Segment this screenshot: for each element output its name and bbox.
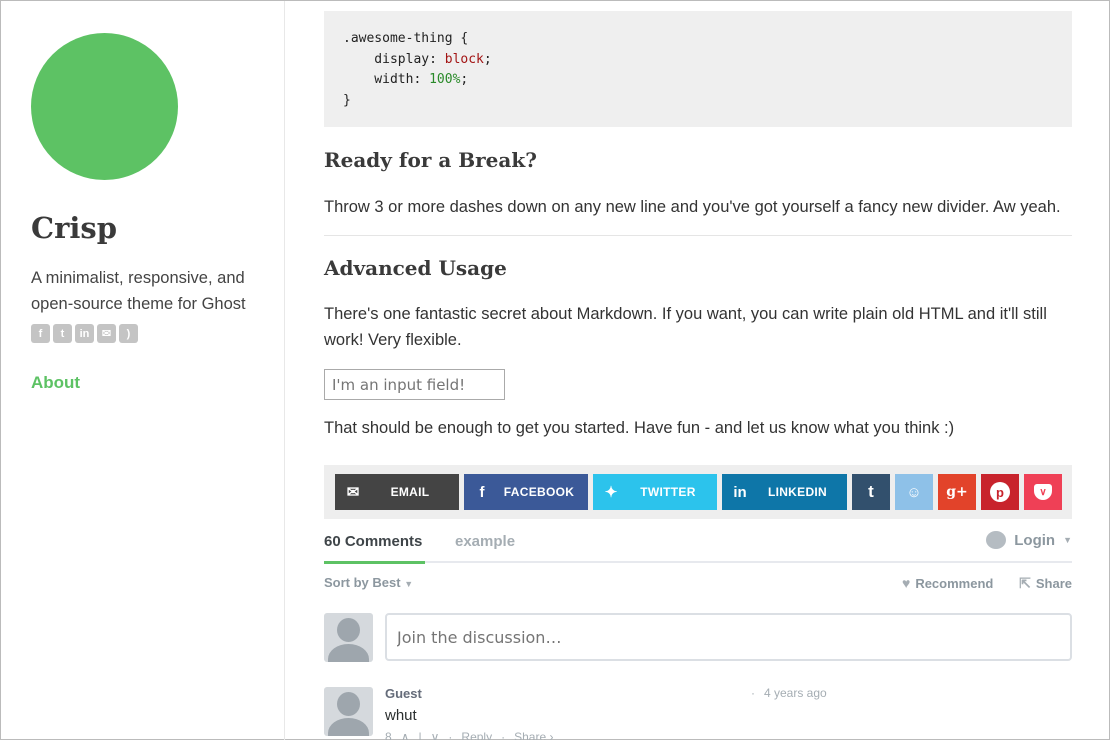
tumblr-icon: t	[868, 482, 874, 501]
closing-paragraph: That should be enough to get you started…	[324, 419, 955, 437]
share-email-button[interactable]: ✉ EMAIL	[335, 474, 459, 510]
twitter-icon: ✦	[604, 484, 618, 501]
facebook-icon: f	[479, 483, 485, 501]
email-icon[interactable]: ✉	[97, 324, 116, 343]
linkedin-icon: in	[733, 483, 747, 501]
facebook-icon[interactable]: f	[31, 324, 50, 343]
email-icon: ✉	[346, 484, 360, 501]
separator: |	[418, 730, 422, 740]
reddit-icon: ☺	[906, 483, 922, 501]
share-linkedin-label: LINKEDIN	[767, 485, 828, 499]
pinterest-icon: p	[990, 482, 1010, 502]
site-description: A minimalist, responsive, and open-sourc…	[31, 269, 246, 313]
avatar-head	[337, 692, 360, 716]
recommend-label: Recommend	[915, 575, 994, 591]
avatar-body	[328, 644, 369, 662]
share-facebook-button[interactable]: f FACEBOOK	[464, 474, 588, 510]
chevron-down-icon: ▼	[1063, 535, 1072, 545]
separator-dot: ·	[501, 730, 506, 740]
recommend-button[interactable]: ♥ Recommend	[902, 575, 993, 591]
google-plus-icon: g+	[946, 484, 968, 500]
share-tumblr-button[interactable]: t	[852, 474, 890, 510]
divider	[324, 235, 1072, 236]
speech-bubble-icon	[986, 531, 1007, 549]
code-line: .awesome-thing {	[343, 31, 469, 46]
share-pocket-button[interactable]: ∨	[1024, 474, 1062, 510]
downvote-icon[interactable]: ∨	[431, 730, 440, 740]
share-reddit-button[interactable]: ☺	[895, 474, 933, 510]
share-icon: ⇱	[1019, 575, 1031, 591]
login-label: Login	[1014, 531, 1056, 549]
sort-label: Sort by Best	[324, 575, 401, 590]
comment-text: whut	[385, 707, 417, 724]
comment-timestamp[interactable]: 4 years ago	[764, 686, 827, 700]
comment-share-link[interactable]: Share ›	[514, 730, 553, 740]
vote-count: 8	[385, 730, 392, 740]
comment-author[interactable]: Guest	[385, 686, 422, 701]
share-twitter-button[interactable]: ✦ TWITTER	[593, 474, 717, 510]
code-value: block	[444, 51, 484, 67]
share-facebook-label: FACEBOOK	[503, 485, 575, 499]
comments-tabs: 60 Comments example Login ▼	[324, 531, 1072, 564]
comments-count-tab[interactable]: 60 Comments	[324, 533, 425, 564]
rss-icon[interactable]: )	[119, 324, 138, 343]
chevron-down-icon: ▼	[404, 579, 414, 589]
comment-author-avatar[interactable]	[324, 687, 373, 736]
advanced-heading: Advanced Usage	[324, 256, 507, 280]
share-linkedin-button[interactable]: in LINKEDIN	[722, 474, 847, 510]
comment-compose-input[interactable]	[385, 613, 1072, 661]
share-twitter-label: TWITTER	[640, 485, 696, 499]
code-block: .awesome-thing { display: block; width: …	[324, 11, 1072, 127]
code-line: }	[343, 92, 351, 108]
separator-dot: ·	[448, 730, 453, 740]
social-links: f t in ✉ )	[31, 324, 138, 343]
current-user-avatar	[324, 613, 373, 662]
share-thread-label: Share	[1035, 576, 1072, 591]
pocket-icon: ∨	[1034, 484, 1052, 500]
share-email-label: EMAIL	[390, 485, 430, 499]
advanced-paragraph: There's one fantastic secret about Markd…	[324, 305, 1047, 349]
break-heading: Ready for a Break?	[324, 148, 537, 172]
share-google-plus-button[interactable]: g+	[938, 474, 976, 510]
site-title[interactable]: Crisp	[31, 211, 117, 245]
upvote-icon[interactable]: ∧	[401, 730, 410, 740]
share-bar: ✉ EMAIL f FACEBOOK ✦ TWITTER in LINKEDIN…	[324, 465, 1072, 519]
linkedin-icon[interactable]: in	[75, 324, 94, 343]
share-pinterest-button[interactable]: p	[981, 474, 1019, 510]
twitter-icon[interactable]: t	[53, 324, 72, 343]
blog-logo[interactable]	[31, 33, 178, 180]
nav-about-link[interactable]: About	[31, 373, 80, 393]
sort-dropdown[interactable]: Sort by Best ▼	[324, 575, 413, 590]
community-tab[interactable]: example	[455, 533, 515, 550]
break-paragraph: Throw 3 or more dashes down on any new l…	[324, 198, 1061, 216]
code-prop: width:	[343, 72, 430, 87]
heart-icon: ♥	[902, 575, 911, 591]
share-thread-button[interactable]: ⇱ Share	[1019, 575, 1072, 592]
login-menu[interactable]: Login ▼	[986, 531, 1072, 549]
code-prop: display:	[343, 51, 445, 67]
sidebar: Crisp A minimalist, responsive, and open…	[1, 1, 285, 740]
avatar-body	[328, 718, 369, 736]
comment-actions: 8 ∧ | ∨ · Reply · Share ›	[385, 730, 553, 740]
separator-dot: ·	[751, 686, 755, 700]
avatar-head	[337, 618, 360, 642]
demo-input-field[interactable]	[324, 369, 505, 400]
reply-link[interactable]: Reply	[461, 730, 492, 740]
code-value: 100%	[429, 72, 461, 87]
